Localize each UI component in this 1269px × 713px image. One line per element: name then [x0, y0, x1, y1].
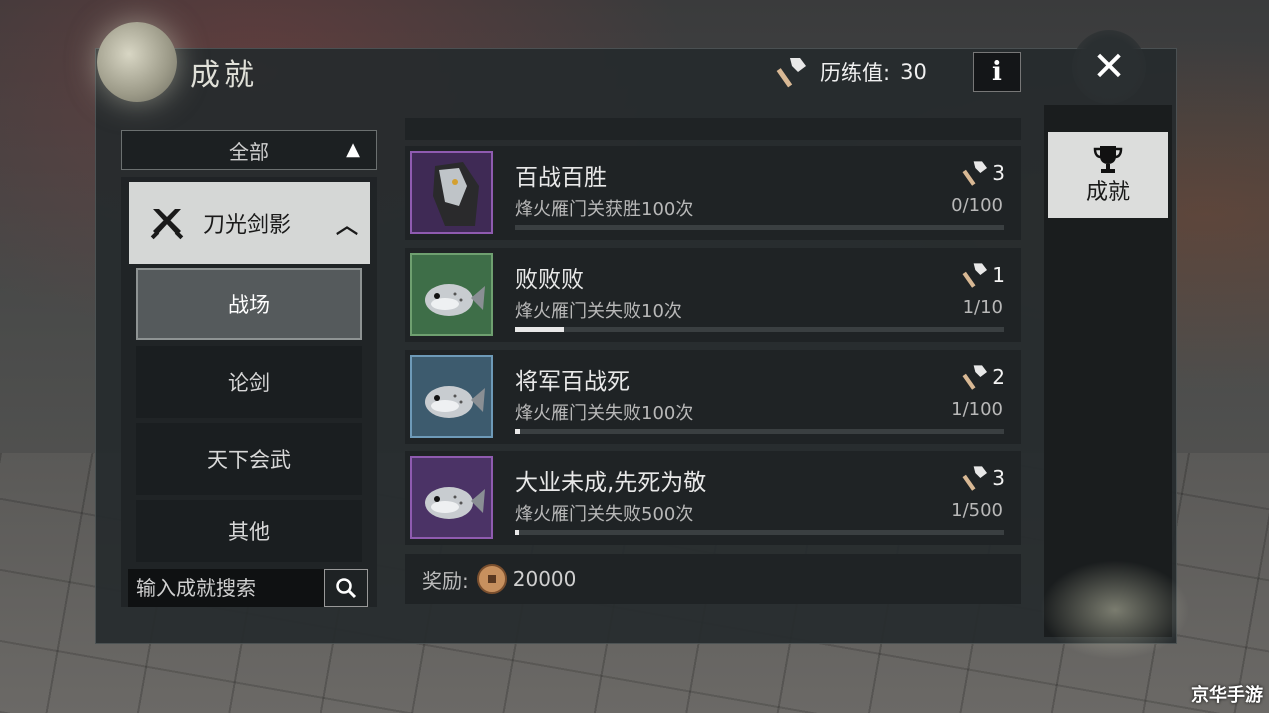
axe-icon: [776, 58, 806, 88]
subcategory-duel[interactable]: 论剑: [136, 346, 362, 418]
achievement-thumbnail: [410, 253, 493, 336]
achievement-thumbnail: [410, 151, 493, 234]
search-button[interactable]: [324, 569, 368, 607]
points-value: 2: [992, 365, 1005, 389]
chevron-up-icon: ︿: [335, 214, 358, 239]
chevron-up-icon: ▲: [346, 139, 360, 160]
achievement-row[interactable]: 败败败烽火雁门关失败10次 1 1/10: [405, 248, 1021, 342]
achievement-row[interactable]: 大业未成,先死为敬烽火雁门关失败500次 3 1/500: [405, 451, 1021, 545]
points-value: 3: [992, 161, 1005, 185]
exp-value: 30: [900, 60, 927, 84]
info-button[interactable]: i: [973, 52, 1021, 92]
reward-label: 奖励:: [422, 568, 469, 593]
tab-achievements[interactable]: 成就: [1048, 132, 1168, 218]
achievement-progress: 0/100: [951, 195, 1003, 216]
achievement-points: 2: [962, 362, 1005, 392]
subcategory-battlefield[interactable]: 战场: [136, 268, 362, 340]
achievement-progress: 1/100: [951, 399, 1003, 420]
search-input[interactable]: [134, 575, 328, 601]
reward-amount: 20000: [512, 567, 577, 591]
progress-fill: [515, 530, 519, 535]
crossed-swords-icon: [150, 209, 184, 240]
achievement-name: 百战百胜: [515, 165, 607, 191]
watermark: 京华手游: [1191, 685, 1263, 706]
axe-icon: [962, 263, 988, 288]
achievement-progress: 1/10: [962, 297, 1003, 318]
achievement-row[interactable]: 百战百胜烽火雁门关获胜100次 3 0/100: [405, 146, 1021, 240]
progress-bar: [515, 327, 1004, 332]
points-value: 3: [992, 466, 1005, 490]
progress-bar: [515, 429, 1004, 434]
category-header[interactable]: 刀光剑影 ︿: [129, 182, 370, 264]
moon-emblem: [97, 22, 177, 102]
subcategory-other[interactable]: 其他: [136, 500, 362, 562]
achievement-desc: 烽火雁门关失败500次: [515, 504, 694, 525]
achievement-points: 3: [962, 463, 1005, 493]
progress-bar: [515, 225, 1004, 230]
tab-label: 成就: [1085, 180, 1130, 205]
achievement-thumbnail: [410, 355, 493, 438]
subcategory-tournament[interactable]: 天下会武: [136, 423, 362, 495]
achievement-name: 大业未成,先死为敬: [515, 470, 707, 496]
coin-icon: [476, 564, 507, 594]
achievement-desc: 烽火雁门关失败10次: [515, 301, 682, 322]
exp-display: 历练值: 30: [776, 52, 927, 92]
filter-dropdown[interactable]: 全部 ▲: [121, 130, 377, 170]
achievement-thumbnail: [410, 456, 493, 539]
achievement-desc: 烽火雁门关失败100次: [515, 403, 694, 424]
axe-icon: [962, 161, 988, 186]
achievement-row[interactable]: 将军百战死烽火雁门关失败100次 2 1/100: [405, 350, 1021, 444]
list-scroll-edge: [405, 118, 1021, 140]
achievement-points: 1: [962, 260, 1005, 290]
search-icon: [336, 578, 357, 599]
achievement-name: 败败败: [515, 267, 584, 293]
axe-icon: [962, 365, 988, 390]
progress-fill: [515, 429, 520, 434]
achievement-points: 3: [962, 158, 1005, 188]
achievement-name: 将军百战死: [515, 369, 630, 395]
progress-fill: [515, 327, 564, 332]
category-label: 刀光剑影: [203, 213, 292, 238]
achievement-desc: 烽火雁门关获胜100次: [515, 199, 694, 220]
axe-icon: [962, 466, 988, 491]
progress-bar: [515, 530, 1004, 535]
close-button[interactable]: ✕: [1072, 30, 1146, 104]
horse-mask-icon: [432, 161, 479, 226]
search-bar: [128, 569, 368, 607]
pufferfish-icon: [424, 486, 485, 519]
reward-bar: 奖励: 20000: [405, 554, 1021, 604]
pufferfish-icon: [424, 283, 485, 316]
achievement-progress: 1/500: [951, 500, 1003, 521]
exp-label: 历练值:: [820, 61, 891, 85]
pufferfish-icon: [424, 385, 485, 418]
page-title: 成就: [190, 58, 258, 93]
trophy-icon: [1093, 146, 1123, 173]
points-value: 1: [992, 263, 1005, 287]
filter-label: 全部: [229, 139, 269, 164]
light-glow: [1040, 560, 1190, 660]
